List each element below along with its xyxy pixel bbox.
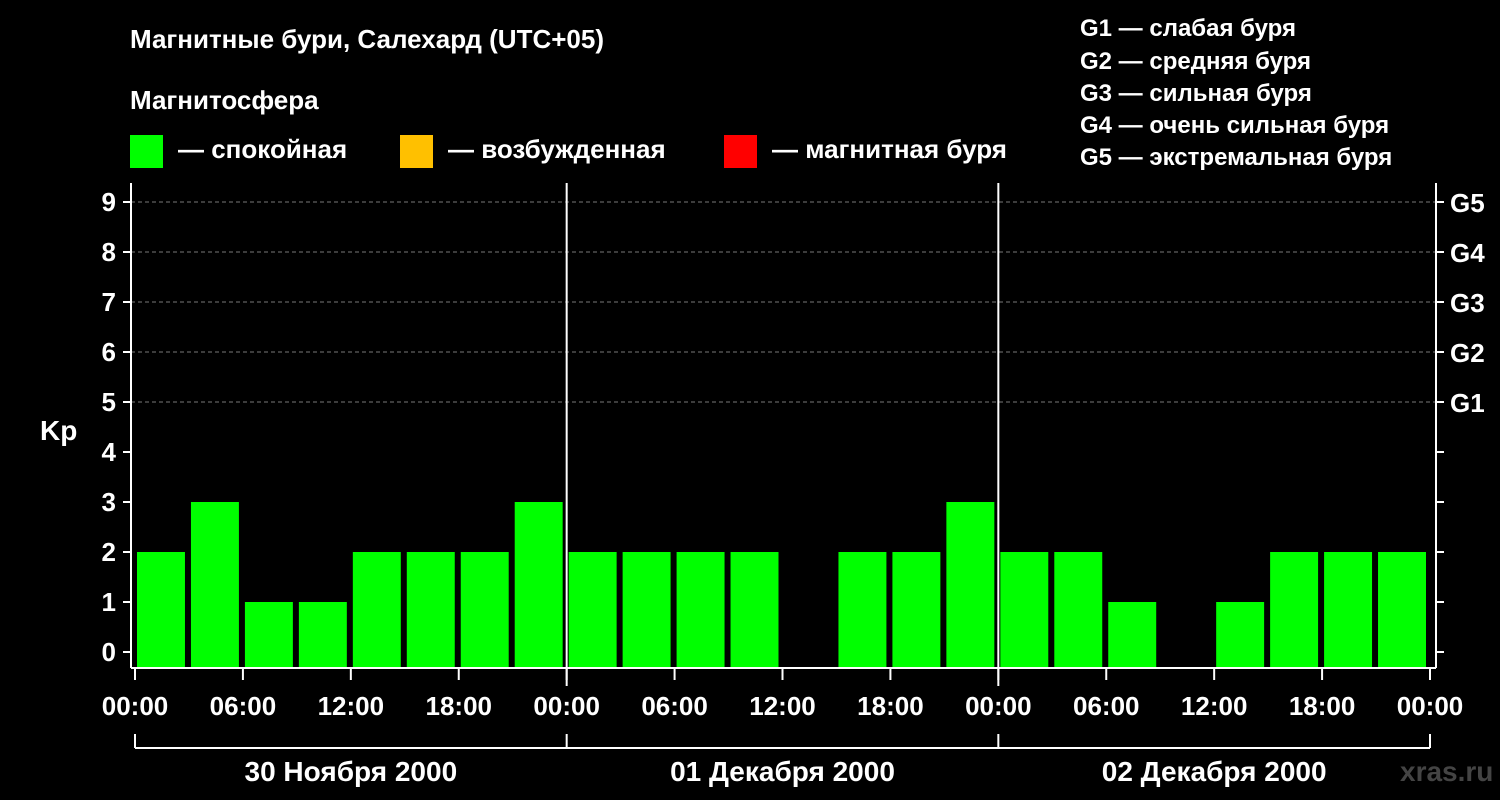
bar-8 <box>568 552 617 668</box>
y-tick-label-1: 1 <box>102 587 116 617</box>
y-tick-label-8: 8 <box>102 237 116 267</box>
x-tick-label-0: 00:00 <box>102 691 169 721</box>
y-tick-label-6: 6 <box>102 337 116 367</box>
bar-13 <box>838 552 887 668</box>
g-legend-g3: G3 — сильная буря <box>1080 80 1312 107</box>
bar-0 <box>137 552 185 668</box>
x-tick-label-9: 06:00 <box>1073 691 1140 721</box>
y-tick-label-2: 2 <box>102 537 116 567</box>
x-tick-label-12: 00:00 <box>1397 691 1464 721</box>
y-tick-label-7: 7 <box>102 287 116 317</box>
bar-14 <box>892 552 941 668</box>
g-tick-label-g4: G4 <box>1450 238 1485 268</box>
bar-5 <box>406 552 455 668</box>
x-tick-label-4: 00:00 <box>533 691 600 721</box>
x-tick-label-11: 18:00 <box>1289 691 1356 721</box>
x-tick-label-1: 06:00 <box>210 691 277 721</box>
chart-subtitle: Магнитосфера <box>130 85 319 115</box>
axis-labels: 0 1 2 3 4 5 6 7 8 9 G1 G2 G3 G4 G5 00:00 06:00 12:00 18:00… <box>102 187 1486 787</box>
bar-series <box>137 502 1426 668</box>
bar-10 <box>676 552 725 668</box>
x-tick-label-3: 18:00 <box>426 691 493 721</box>
bar-9 <box>622 552 671 668</box>
legend-swatch-active <box>400 135 433 168</box>
y-axis-label: Kp <box>40 415 77 446</box>
bar-22 <box>1324 552 1373 668</box>
date-label-1: 01 Декабря 2000 <box>670 756 895 787</box>
bar-21 <box>1270 552 1319 668</box>
bar-4 <box>352 552 401 668</box>
y-tick-label-9: 9 <box>102 187 116 217</box>
grid-lines <box>131 201 1436 403</box>
y-tick-label-4: 4 <box>102 437 117 467</box>
y-tick-label-3: 3 <box>102 487 116 517</box>
bar-23 <box>1378 552 1426 668</box>
g-tick-label-g1: G1 <box>1450 388 1485 418</box>
g-legend-g4: G4 — очень сильная буря <box>1080 112 1389 139</box>
y-tick-label-0: 0 <box>102 637 116 667</box>
y-tick-label-5: 5 <box>102 387 116 417</box>
bar-20 <box>1216 602 1265 668</box>
bar-16 <box>1000 552 1049 668</box>
x-tick-label-10: 12:00 <box>1181 691 1248 721</box>
legend-label-active: — возбужденная <box>448 134 666 164</box>
bar-18 <box>1108 602 1157 668</box>
bar-1 <box>190 502 239 668</box>
bar-3 <box>298 602 347 668</box>
g-legend-g5: G5 — экстремальная буря <box>1080 144 1392 171</box>
bar-11 <box>730 552 779 668</box>
g-tick-label-g3: G3 <box>1450 288 1485 318</box>
x-tick-label-7: 18:00 <box>857 691 924 721</box>
bar-17 <box>1054 552 1103 668</box>
date-label-0: 30 Ноября 2000 <box>245 756 458 787</box>
x-tick-label-5: 06:00 <box>641 691 708 721</box>
g-tick-label-g2: G2 <box>1450 338 1485 368</box>
x-tick-label-2: 12:00 <box>318 691 385 721</box>
x-tick-label-8: 00:00 <box>965 691 1032 721</box>
chart-title: Магнитные бури, Салехард (UTC+05) <box>130 24 604 54</box>
date-label-2: 02 Декабря 2000 <box>1102 756 1327 787</box>
legend-label-storm: — магнитная буря <box>772 134 1007 164</box>
g-legend-g2: G2 — средняя буря <box>1080 48 1311 75</box>
g-tick-label-g5: G5 <box>1450 188 1485 218</box>
bar-2 <box>244 602 293 668</box>
legend-swatch-storm <box>724 135 757 168</box>
kp-chart: Магнитные бури, Салехард (UTC+05) Магнит… <box>40 15 1493 787</box>
legend-label-quiet: — спокойная <box>178 134 347 164</box>
legend-swatch-quiet <box>130 135 163 168</box>
watermark: xras.ru <box>1400 756 1493 787</box>
g-legend-g1: G1 — слабая буря <box>1080 15 1296 42</box>
bar-15 <box>946 502 995 668</box>
x-tick-label-6: 12:00 <box>749 691 816 721</box>
bar-6 <box>460 552 509 668</box>
bar-7 <box>514 502 563 668</box>
